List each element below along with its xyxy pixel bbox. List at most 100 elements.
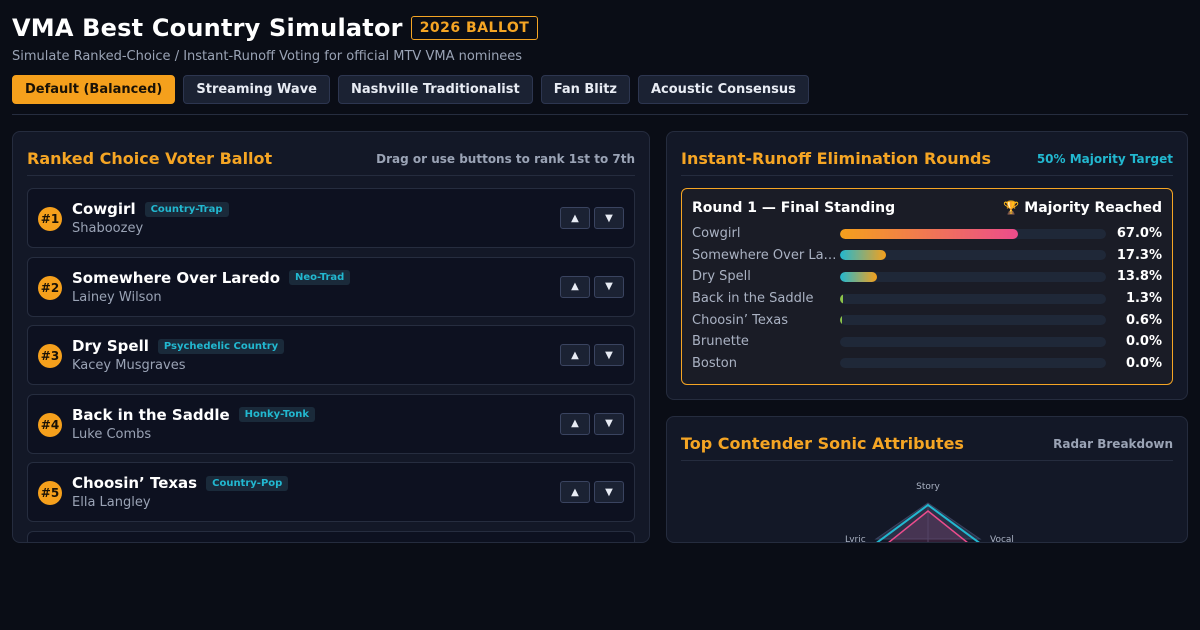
move-up-button[interactable]: ▲ [560, 275, 590, 298]
ballot-item[interactable]: #2 Somewhere Over Laredo Neo-Trad Lainey… [27, 256, 635, 317]
song-title: Somewhere Over Laredo [72, 268, 281, 287]
round-result-row: Boston 0.0% [692, 353, 1162, 375]
genre-tag: Psychedelic Country [157, 338, 285, 354]
ballot-item[interactable]: #3 Dry Spell Psychedelic Country Kacey M… [27, 325, 635, 385]
move-down-button[interactable]: ▼ [594, 207, 624, 229]
round-title: Round 1 — Final Standing [692, 200, 896, 216]
song-title: Back in the Saddle [72, 405, 230, 424]
song-title: Choosin’ Texas [72, 474, 198, 492]
header: VMA Best Country Simulator 2026 BALLOT S… [12, 14, 1188, 104]
vote-share-track [840, 315, 1106, 326]
artist-name: Lainey Wilson [72, 289, 162, 305]
page-subtitle: Simulate Ranked-Choice / Instant-Runoff … [12, 49, 523, 64]
move-up-button[interactable]: ▲ [560, 207, 590, 229]
preset-nashville-traditionalist-button[interactable]: Nashville Traditionalist [337, 75, 533, 104]
song-heading: Dry Spell Psychedelic Country [72, 337, 285, 355]
ballot-item-partial[interactable] [27, 530, 635, 542]
ballot-list: #1 Cowgirl Country-Trap Shaboozey ▲ ▼ #2… [27, 188, 635, 542]
vote-share-percent: 0.0% [1125, 334, 1162, 350]
rounds-panel-title: Instant-Runoff Elimination Rounds [681, 149, 992, 168]
rank-controls: ▲ ▼ [560, 207, 624, 229]
ballot-panel-hint: Drag or use buttons to rank 1st to 7th [376, 151, 635, 166]
move-up-button[interactable]: ▲ [560, 481, 590, 503]
round-card-header: Round 1 — Final Standing 🏆 Majority Reac… [692, 200, 1162, 216]
vote-share-percent: 1.3% [1125, 291, 1162, 307]
round-result-row: Back in the Saddle 1.3% [692, 288, 1162, 310]
preset-streaming-wave-button[interactable]: Streaming Wave [183, 75, 330, 104]
round-result-row: Choosin’ Texas 0.6% [692, 309, 1162, 331]
vote-share-bar [840, 315, 842, 326]
artist-name: Kacey Musgraves [72, 358, 186, 373]
header-divider [12, 114, 1188, 115]
preset-bar: Default (Balanced) Streaming Wave Nashvi… [12, 75, 1188, 104]
round-results: Cowgirl 67.0% Somewhere Over Laredo 17.3% Dr… [692, 223, 1162, 374]
vote-share-track [840, 250, 1106, 261]
radar-panel-hint: Radar Breakdown [1053, 436, 1173, 451]
ballot-item[interactable]: #4 Back in the Saddle Honky-Tonk Luke Co… [27, 393, 635, 454]
vote-share-percent: 0.6% [1125, 312, 1162, 328]
round-result-row: Cowgirl 67.0% [692, 223, 1162, 245]
radar-label-lyric: Lyric [845, 535, 866, 543]
rank-badge: #3 [38, 344, 62, 368]
song-heading: Back in the Saddle Honky-Tonk [72, 406, 315, 424]
rounds-panel: Instant-Runoff Elimination Rounds 50% Ma… [666, 131, 1188, 400]
move-down-button[interactable]: ▼ [594, 344, 624, 366]
move-up-button[interactable]: ▲ [560, 344, 590, 366]
vote-share-percent: 67.0% [1116, 226, 1162, 242]
candidate-name: Brunette [692, 334, 749, 350]
majority-status: 🏆 Majority Reached [1003, 200, 1162, 216]
vote-share-percent: 13.8% [1116, 269, 1162, 285]
radar-label-story: Story [916, 482, 940, 492]
rank-controls: ▲ ▼ [560, 275, 624, 298]
round-result-row: Brunette 0.0% [692, 331, 1162, 353]
move-down-button[interactable]: ▼ [594, 481, 624, 503]
majority-status-label: Majority Reached [1024, 200, 1162, 216]
vote-share-bar [840, 271, 877, 282]
majority-target-label: 50% Majority Target [1036, 151, 1173, 166]
vote-share-bar [840, 293, 844, 304]
song-title: Cowgirl [72, 200, 136, 218]
ballot-item[interactable]: #1 Cowgirl Country-Trap Shaboozey ▲ ▼ [27, 188, 635, 248]
round-card: Round 1 — Final Standing 🏆 Majority Reac… [681, 188, 1173, 385]
radar-panel-header: Top Contender Sonic Attributes Radar Bre… [681, 431, 1173, 461]
move-up-button[interactable]: ▲ [560, 412, 590, 435]
artist-name: Shaboozey [72, 221, 144, 236]
genre-tag: Neo-Trad [289, 270, 351, 285]
move-down-button[interactable]: ▼ [594, 275, 624, 298]
candidate-name: Dry Spell [692, 269, 751, 285]
vote-share-track [840, 293, 1106, 304]
vote-share-percent: 17.3% [1116, 247, 1162, 263]
candidate-name: Cowgirl [692, 226, 741, 242]
song-title: Dry Spell [72, 337, 149, 355]
vote-share-track [840, 271, 1106, 282]
preset-default-button[interactable]: Default (Balanced) [12, 75, 176, 104]
rank-controls: ▲ ▼ [560, 481, 624, 503]
rank-controls: ▲ ▼ [560, 412, 624, 435]
preset-fan-blitz-button[interactable]: Fan Blitz [540, 75, 630, 104]
vote-share-percent: 0.0% [1125, 355, 1162, 371]
vote-share-bar [840, 250, 887, 261]
ballot-item[interactable]: #5 Choosin’ Texas Country-Pop Ella Langl… [27, 462, 635, 522]
song-heading: Somewhere Over Laredo Neo-Trad [72, 268, 351, 287]
vote-share-track [840, 336, 1106, 347]
genre-tag: Country-Trap [144, 201, 229, 217]
vote-share-bar [840, 228, 1019, 239]
vote-share-track [840, 228, 1106, 239]
rank-badge: #5 [38, 481, 62, 505]
genre-tag: Country-Pop [206, 475, 289, 491]
ballot-panel-title: Ranked Choice Voter Ballot [27, 149, 273, 168]
radar-label-vocal: Vocal [990, 535, 1014, 543]
radar-chart: Story Vocal Lyric [845, 482, 1014, 543]
song-heading: Choosin’ Texas Country-Pop [72, 474, 289, 492]
ballot-year-badge: 2026 BALLOT [410, 16, 539, 40]
round-result-row: Somewhere Over Laredo 17.3% [692, 245, 1162, 267]
rank-badge: #4 [38, 412, 62, 437]
ballot-panel: Ranked Choice Voter Ballot Drag or use b… [12, 131, 650, 543]
rounds-panel-header: Instant-Runoff Elimination Rounds 50% Ma… [681, 146, 1173, 176]
rank-controls: ▲ ▼ [560, 344, 624, 366]
preset-acoustic-consensus-button[interactable]: Acoustic Consensus [637, 75, 809, 104]
move-down-button[interactable]: ▼ [594, 412, 624, 435]
genre-tag: Honky-Tonk [238, 407, 315, 422]
song-heading: Cowgirl Country-Trap [72, 200, 229, 218]
candidate-name: Somewhere Over Laredo [692, 247, 840, 263]
